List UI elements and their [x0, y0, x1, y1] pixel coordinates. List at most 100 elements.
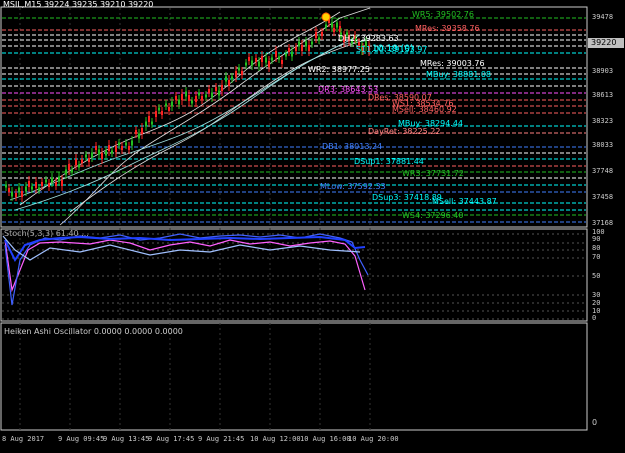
candle-body	[81, 159, 83, 163]
chart-header: MSIL,M15 39224 39235 39210 39220	[3, 0, 153, 9]
candle-body	[336, 22, 338, 28]
candle-body	[295, 47, 297, 51]
stoch-tick: 0	[592, 314, 596, 322]
level-label: WR2: 38977.25	[308, 65, 370, 74]
price-tick: 37748	[592, 167, 613, 175]
candle-body	[131, 140, 133, 146]
candle-body	[8, 188, 10, 192]
candle-body	[111, 150, 113, 154]
candle-body	[171, 101, 173, 107]
candle-body	[91, 152, 93, 158]
candle-body	[161, 111, 163, 115]
price-tick: 38323	[592, 117, 613, 125]
time-tick: 10 Aug 12:00	[250, 435, 301, 443]
time-tick: 10 Aug 16:00	[300, 435, 351, 443]
candle-body	[238, 67, 240, 71]
candle-body	[58, 176, 60, 182]
candle-body	[321, 32, 323, 36]
candle-body	[245, 62, 247, 66]
candle-body	[281, 60, 283, 64]
candle-body	[78, 164, 80, 168]
candle-body	[85, 154, 87, 158]
candle-body	[235, 71, 237, 77]
time-tick: 8 Aug 2017	[2, 435, 44, 443]
candle-body	[298, 41, 300, 47]
candle-body	[268, 61, 270, 67]
candle-body	[165, 103, 167, 107]
level-label: MRes: 39003.76	[420, 59, 485, 68]
candle-body	[158, 107, 160, 111]
candle-body	[218, 90, 220, 96]
candle-body	[15, 193, 17, 197]
candle-body	[145, 121, 147, 127]
candle-body	[208, 89, 210, 93]
candle-body	[291, 51, 293, 57]
candle-body	[221, 85, 223, 91]
candle-body	[105, 150, 107, 156]
candle-body	[198, 92, 200, 96]
candle-body	[38, 187, 40, 191]
level-label: WR3: 37731.72	[402, 169, 464, 178]
candle-body	[288, 48, 290, 52]
candle-body	[228, 80, 230, 86]
price-tick: 37168	[592, 219, 613, 227]
ohlc-values: 39224 39235 39210 39220	[43, 0, 154, 9]
candle-body	[51, 177, 53, 183]
level-label: DB1: 38013.24	[322, 142, 383, 151]
candle-body	[305, 41, 307, 47]
candle-body	[138, 133, 140, 139]
level-label: S11.00: 39153.97	[356, 45, 428, 54]
candle-body	[88, 158, 90, 162]
candle-body	[231, 76, 233, 80]
time-tick: 10 Aug 20:00	[348, 435, 399, 443]
candle-body	[251, 60, 253, 66]
candle-body	[41, 182, 43, 186]
candle-body	[168, 107, 170, 111]
candle-body	[201, 96, 203, 100]
candle-body	[271, 57, 273, 61]
level-label: MLow: 37592.33	[320, 182, 386, 191]
level-label: MSell: 37443.87	[432, 197, 497, 206]
heiken-tick: 0	[592, 418, 598, 427]
candle-body	[188, 95, 190, 101]
stoch-tick: 70	[592, 253, 600, 261]
candle-body	[108, 145, 110, 151]
candle-body	[31, 186, 33, 190]
candle-body	[28, 181, 30, 187]
current-price-label: 39220	[591, 38, 617, 47]
candle-body	[185, 91, 187, 97]
candle-body	[128, 146, 130, 150]
candle-body	[98, 149, 100, 155]
candle-body	[225, 76, 227, 82]
candle-body	[35, 182, 37, 188]
candle-body	[115, 146, 117, 152]
chart-window[interactable]: 39478 38903 38613 38323 38033 37748 37458 37168…	[0, 0, 625, 449]
candle-body	[175, 96, 177, 100]
candle-body	[75, 159, 77, 165]
candle-body	[278, 56, 280, 60]
candle-body	[21, 191, 23, 197]
time-tick: 9 Aug 21:45	[198, 435, 244, 443]
candle-body	[205, 94, 207, 98]
candle-body	[125, 142, 127, 146]
candle-body	[308, 45, 310, 51]
candle-body	[151, 121, 153, 125]
candle-body	[181, 94, 183, 100]
candle-body	[318, 37, 320, 41]
candle-body	[65, 169, 67, 175]
candle-body	[118, 142, 120, 146]
candle-body	[11, 191, 13, 197]
candle-body	[248, 57, 250, 61]
stoch-tick: 50	[592, 272, 600, 280]
candle-body	[311, 41, 313, 45]
candle-body	[315, 32, 317, 38]
candle-body	[215, 87, 217, 91]
candle-body	[333, 28, 335, 32]
candle-body	[258, 61, 260, 67]
candle-body	[275, 51, 277, 57]
candle-body	[148, 116, 150, 122]
symbol-timeframe: MSIL,M15	[3, 0, 42, 9]
level-label: WR5: 39502.76	[412, 10, 474, 19]
candle-body	[255, 58, 257, 62]
level-label: MRes: 39358.76	[415, 24, 480, 33]
